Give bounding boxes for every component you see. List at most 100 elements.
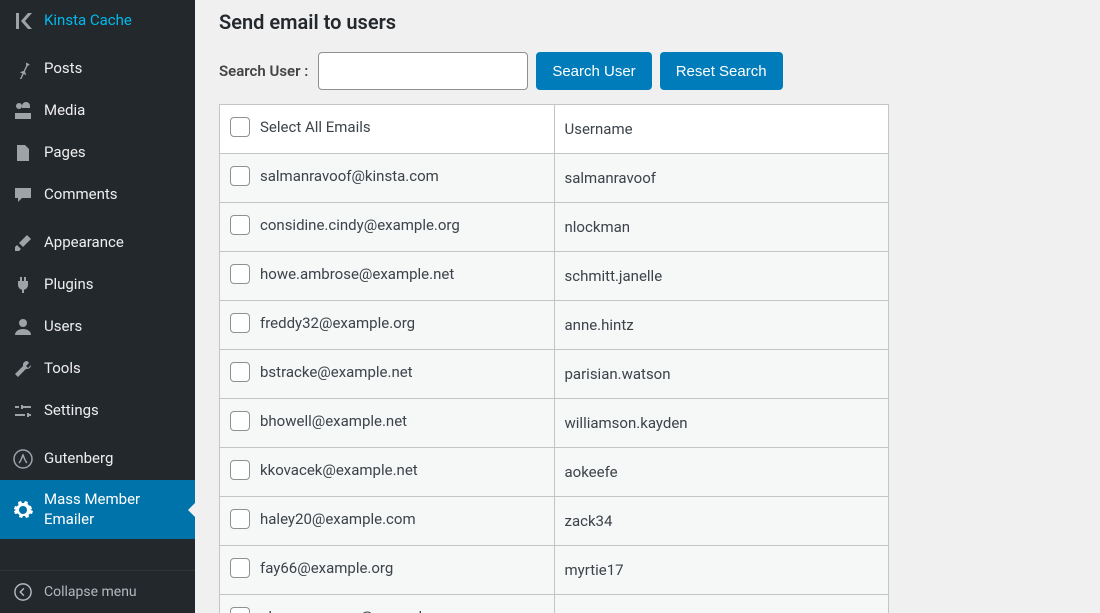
cell-username: zack34 [554, 497, 889, 546]
sidebar-item-appearance[interactable]: Appearance [0, 222, 195, 264]
email-text: salmanravoof@kinsta.com [260, 167, 439, 185]
row-checkbox[interactable] [230, 607, 250, 613]
reset-search-button[interactable]: Reset Search [660, 52, 783, 90]
sidebar-item-comments[interactable]: Comments [0, 174, 195, 216]
table-header-row: Select All Emails Username [220, 105, 889, 154]
plug-icon [12, 274, 34, 296]
sidebar-item-label: Media [44, 101, 183, 121]
comment-icon [12, 184, 34, 206]
cell-email: considine.cindy@example.org [220, 203, 555, 252]
select-all-checkbox[interactable] [230, 117, 250, 137]
email-text: haley20@example.com [260, 510, 416, 528]
table-row: kkovacek@example.net aokeefe [220, 448, 889, 497]
row-checkbox[interactable] [230, 166, 250, 186]
table-row: bstracke@example.net parisian.watson [220, 350, 889, 399]
sidebar-item-media[interactable]: Media [0, 90, 195, 132]
row-checkbox[interactable] [230, 411, 250, 431]
email-text: bstracke@example.net [260, 363, 413, 381]
page-icon [12, 142, 34, 164]
cell-email: freddy32@example.org [220, 301, 555, 350]
table-row: considine.cindy@example.org nlockman [220, 203, 889, 252]
sidebar-item-gutenberg[interactable]: Gutenberg [0, 438, 195, 480]
sidebar-item-label: Kinsta Cache [44, 11, 183, 31]
sidebar-item-mass-member-emailer[interactable]: Mass Member Emailer [0, 480, 195, 539]
user-icon [12, 316, 34, 338]
table-row: howe.ambrose@example.net schmitt.janelle [220, 252, 889, 301]
row-checkbox[interactable] [230, 362, 250, 382]
sidebar-item-label: Posts [44, 59, 183, 79]
users-table: Select All Emails Username salmanravoof@… [219, 104, 889, 613]
cell-username: aokeefe [554, 448, 889, 497]
cell-username: schmitt.janelle [554, 252, 889, 301]
email-text: kkovacek@example.net [260, 461, 418, 479]
cell-username: chadrick.gibson [554, 595, 889, 613]
cell-email: haley20@example.com [220, 497, 555, 546]
email-text: considine.cindy@example.org [260, 216, 460, 234]
sidebar-item-tools[interactable]: Tools [0, 348, 195, 390]
table-row: freddy32@example.org anne.hintz [220, 301, 889, 350]
email-text: fay66@example.org [260, 559, 393, 577]
wrench-icon [12, 358, 34, 380]
table-row: bhowell@example.net williamson.kayden [220, 399, 889, 448]
row-checkbox[interactable] [230, 558, 250, 578]
gear-icon [12, 499, 34, 521]
search-user-button[interactable]: Search User [536, 52, 651, 90]
email-text: bhowell@example.net [260, 412, 407, 430]
collapse-icon [12, 581, 34, 603]
cell-email: fay66@example.org [220, 546, 555, 595]
sidebar-item-label: Mass Member Emailer [44, 490, 183, 529]
table-row: salmanravoof@kinsta.com salmanravoof [220, 154, 889, 203]
kinsta-icon [12, 10, 34, 32]
sidebar-item-label: Comments [44, 185, 183, 205]
email-text: freddy32@example.org [260, 314, 415, 332]
sidebar-item-plugins[interactable]: Plugins [0, 264, 195, 306]
collapse-menu[interactable]: Collapse menu [0, 570, 195, 613]
main-content: Send email to users Search User : Search… [195, 0, 1100, 613]
admin-sidebar: Kinsta Cache Posts Media Pages Comments Appea… [0, 0, 195, 613]
sidebar-item-label: Tools [44, 359, 183, 379]
cell-email: bhowell@example.net [220, 399, 555, 448]
cell-username: salmanravoof [554, 154, 889, 203]
cell-username: williamson.kayden [554, 399, 889, 448]
sliders-icon [12, 400, 34, 422]
email-text: howe.ambrose@example.net [260, 265, 454, 283]
sidebar-item-kinsta-cache[interactable]: Kinsta Cache [0, 0, 195, 42]
header-username: Username [554, 105, 889, 154]
cell-username: myrtie17 [554, 546, 889, 595]
brush-icon [12, 232, 34, 254]
sidebar-item-label: Appearance [44, 233, 183, 253]
sidebar-item-settings[interactable]: Settings [0, 390, 195, 432]
sidebar-item-label: Gutenberg [44, 449, 183, 469]
sidebar-item-posts[interactable]: Posts [0, 48, 195, 90]
row-checkbox[interactable] [230, 264, 250, 284]
cell-username: nlockman [554, 203, 889, 252]
cell-username: parisian.watson [554, 350, 889, 399]
sidebar-item-label: Users [44, 317, 183, 337]
gutenberg-icon [12, 448, 34, 470]
row-checkbox[interactable] [230, 313, 250, 333]
header-email: Select All Emails [220, 105, 555, 154]
cell-email: salmanravoof@kinsta.com [220, 154, 555, 203]
email-text: gleason.norma@example.com [260, 608, 464, 613]
sidebar-item-label: Settings [44, 401, 183, 421]
row-checkbox[interactable] [230, 215, 250, 235]
cell-email: kkovacek@example.net [220, 448, 555, 497]
cell-username: anne.hintz [554, 301, 889, 350]
sidebar-item-users[interactable]: Users [0, 306, 195, 348]
collapse-label: Collapse menu [44, 584, 137, 600]
table-row: fay66@example.org myrtie17 [220, 546, 889, 595]
select-all-label: Select All Emails [260, 118, 371, 136]
search-label: Search User : [219, 62, 308, 80]
pin-icon [12, 58, 34, 80]
table-row: haley20@example.com zack34 [220, 497, 889, 546]
row-checkbox[interactable] [230, 509, 250, 529]
row-checkbox[interactable] [230, 460, 250, 480]
cell-email: gleason.norma@example.com [220, 595, 555, 613]
sidebar-item-label: Plugins [44, 275, 183, 295]
page-title: Send email to users [219, 10, 1076, 34]
search-row: Search User : Search User Reset Search [219, 52, 1076, 90]
cell-email: bstracke@example.net [220, 350, 555, 399]
search-input[interactable] [318, 52, 528, 90]
media-icon [12, 100, 34, 122]
sidebar-item-pages[interactable]: Pages [0, 132, 195, 174]
